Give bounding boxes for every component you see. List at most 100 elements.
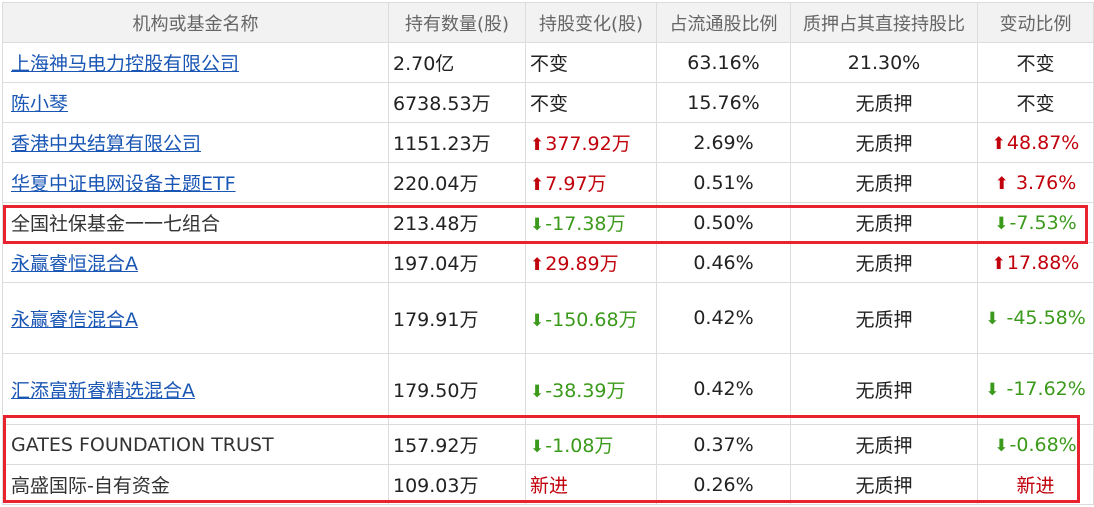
ratio-cell-wrap: ⬆17.88% <box>992 252 1080 274</box>
holder-name-link[interactable]: 汇添富新睿精选混合A <box>11 380 195 402</box>
ratio-cell: 新进 <box>977 464 1094 505</box>
arrow-down-icon: ⬇ <box>994 435 1009 456</box>
arrow-up-icon: ⬆ <box>991 253 1006 274</box>
holder-name-text: GATES FOUNDATION TRUST <box>11 433 274 456</box>
change-cell-value: -1.08万 <box>545 435 614 457</box>
pledge-value: 无质押 <box>855 173 913 195</box>
arrow-down-icon: ⬇ <box>530 215 545 235</box>
arrow-up-icon: ⬆ <box>994 173 1009 194</box>
holder-name-cell: 高盛国际-自有资金 <box>2 464 389 505</box>
float-ratio-cell: 15.76% <box>656 82 791 123</box>
pledge-value: 21.30% <box>847 51 921 74</box>
pledge-value: 无质押 <box>855 435 913 457</box>
float-ratio-value: 0.42% <box>693 307 754 329</box>
holder-name-link[interactable]: 永赢睿信混合A <box>11 309 138 331</box>
shares-value: 2.70亿 <box>393 53 455 75</box>
pledge-cell: 无质押 <box>790 122 978 163</box>
shares-value: 157.92万 <box>393 435 479 457</box>
float-ratio-cell: 63.16% <box>656 42 791 83</box>
change-cell-wrap: ⬇-1.08万 <box>530 435 613 457</box>
shares-value: 109.03万 <box>393 475 479 497</box>
table-body: 上海神马电力控股有限公司 2.70亿 不变 63.16% 21.30% 不变 陈小琴 6738… <box>2 42 1094 505</box>
holder-name-cell: 华夏中证电网设备主题ETF <box>2 162 389 203</box>
float-ratio-cell: 0.37% <box>656 424 791 465</box>
holder-name-cell: 陈小琴 <box>2 82 389 123</box>
table-row: GATES FOUNDATION TRUST 157.92万 ⬇-1.08万 0.37… <box>2 424 1094 465</box>
pledge-value: 无质押 <box>855 93 913 115</box>
holder-name-cell: 汇添富新睿精选混合A <box>2 353 389 425</box>
holder-name-link[interactable]: 香港中央结算有限公司 <box>11 133 201 155</box>
change-cell-wrap: ⬇-150.68万 <box>530 309 638 331</box>
col-header-pledge[interactable]: 质押占其直接持股比 <box>790 2 978 43</box>
ratio-cell-value: 不变 <box>1016 93 1055 115</box>
holder-name-cell: 全国社保基金一一七组合 <box>2 202 389 243</box>
pledge-cell: 无质押 <box>790 424 978 465</box>
change-cell: ⬆377.92万 <box>525 122 657 163</box>
holder-name-cell: 永赢睿信混合A <box>2 282 389 354</box>
arrow-down-icon: ⬇ <box>985 308 1000 329</box>
table-header-row: 机构或基金名称 持有数量(股) 持股变化(股) 占流通股比例 质押占其直接持股比… <box>2 2 1094 43</box>
holder-name-link[interactable]: 华夏中证电网设备主题ETF <box>11 173 236 195</box>
float-ratio-value: 0.50% <box>693 211 754 234</box>
change-cell: ⬇-38.39万 <box>525 353 657 425</box>
arrow-up-icon: ⬆ <box>991 133 1006 154</box>
shares-cell: 179.50万 <box>388 353 526 425</box>
ratio-cell-wrap: ⬇ -17.62% <box>985 374 1086 405</box>
float-ratio-cell: 0.46% <box>656 242 791 283</box>
table-row: 陈小琴 6738.53万 不变 15.76% 无质押 不变 <box>2 82 1094 123</box>
change-cell: 新进 <box>525 464 657 505</box>
change-cell-wrap: ⬇-17.38万 <box>530 213 626 235</box>
ratio-cell-wrap: ⬇ -45.58% <box>985 303 1086 334</box>
pledge-cell: 21.30% <box>790 42 978 83</box>
holder-name-link[interactable]: 陈小琴 <box>11 93 68 115</box>
arrow-down-icon: ⬇ <box>530 310 545 331</box>
float-ratio-cell: 2.69% <box>656 122 791 163</box>
change-cell-wrap: ⬆29.89万 <box>530 253 619 275</box>
shares-value: 1151.23万 <box>393 133 491 155</box>
change-cell: ⬇-150.68万 <box>525 282 657 354</box>
change-cell-value: 新进 <box>530 475 569 497</box>
holder-name-cell: 上海神马电力控股有限公司 <box>2 42 389 83</box>
float-ratio-cell: 0.42% <box>656 282 791 354</box>
shares-value: 179.91万 <box>393 308 479 331</box>
change-cell: ⬇-1.08万 <box>525 424 657 465</box>
col-header-shares[interactable]: 持有数量(股) <box>388 2 526 43</box>
shares-value: 213.48万 <box>393 213 479 235</box>
pledge-value: 无质押 <box>855 133 913 155</box>
change-cell-value: 7.97万 <box>545 173 607 195</box>
shares-cell: 197.04万 <box>388 242 526 283</box>
ratio-cell-wrap: ⬆ 3.76% <box>995 172 1077 194</box>
ratio-cell: ⬇ -17.62% <box>977 353 1094 425</box>
ratio-cell-value: 17.88% <box>1006 251 1080 274</box>
holder-name-cell: GATES FOUNDATION TRUST <box>2 424 389 465</box>
holder-name-cell: 香港中央结算有限公司 <box>2 122 389 163</box>
col-header-change[interactable]: 持股变化(股) <box>525 2 657 43</box>
col-header-name[interactable]: 机构或基金名称 <box>2 2 389 43</box>
float-ratio-cell: 0.26% <box>656 464 791 505</box>
change-cell: ⬆29.89万 <box>525 242 657 283</box>
ratio-cell: ⬆ 3.76% <box>977 162 1094 203</box>
change-cell-value: -17.38万 <box>545 213 626 235</box>
float-ratio-value: 0.51% <box>693 171 754 194</box>
col-header-ratio[interactable]: 变动比例 <box>977 2 1094 43</box>
shares-cell: 213.48万 <box>388 202 526 243</box>
holder-name-link[interactable]: 永赢睿恒混合A <box>11 253 138 275</box>
ratio-cell-value: -45.58% <box>1000 306 1086 329</box>
table-row: 永赢睿恒混合A 197.04万 ⬆29.89万 0.46% 无质押 ⬆17.88% <box>2 242 1094 283</box>
float-ratio-value: 15.76% <box>687 91 760 114</box>
change-cell-wrap: ⬇-38.39万 <box>530 380 626 402</box>
float-ratio-value: 63.16% <box>687 51 760 74</box>
ratio-cell: ⬇ -45.58% <box>977 282 1094 354</box>
col-header-float-ratio[interactable]: 占流通股比例 <box>656 2 791 43</box>
holder-name-link[interactable]: 上海神马电力控股有限公司 <box>11 53 239 75</box>
arrow-up-icon: ⬆ <box>530 175 545 195</box>
ratio-cell-value: 3.76% <box>1009 171 1077 194</box>
ratio-cell-wrap: ⬆48.87% <box>992 132 1080 154</box>
arrow-down-icon: ⬇ <box>530 381 545 402</box>
change-cell: ⬆7.97万 <box>525 162 657 203</box>
change-cell-value: 29.89万 <box>545 253 619 275</box>
ratio-cell-wrap: ⬇-0.68% <box>994 434 1076 456</box>
float-ratio-cell: 0.51% <box>656 162 791 203</box>
holder-name-text: 高盛国际-自有资金 <box>11 475 170 497</box>
change-cell-value: 不变 <box>530 93 569 115</box>
